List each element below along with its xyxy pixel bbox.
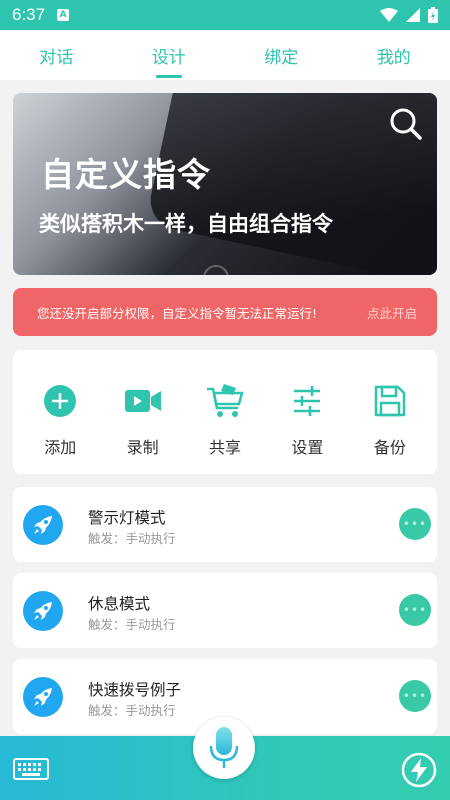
rocket-icon: [23, 591, 63, 631]
bolt-icon[interactable]: [401, 752, 437, 788]
status-icons: [380, 7, 438, 23]
tab-mine[interactable]: 我的: [338, 30, 450, 80]
list-item[interactable]: 警示灯模式 触发：手动执行 •••: [13, 487, 437, 562]
microphone-button[interactable]: [193, 717, 255, 779]
permission-alert: 您还没开启部分权限，自定义指令暂无法正常运行! 点此开启: [13, 288, 437, 336]
command-trigger: 触发：手动执行: [88, 617, 176, 632]
alert-message: 您还没开启部分权限，自定义指令暂无法正常运行!: [37, 305, 318, 321]
share-button[interactable]: 共享: [184, 350, 266, 474]
phone-home-button-image: [203, 265, 229, 275]
battery-icon: [428, 7, 438, 23]
settings-button[interactable]: 设置: [266, 350, 348, 474]
cart-icon: [206, 382, 244, 420]
plus-circle-icon: [41, 382, 79, 420]
more-button[interactable]: •••: [399, 508, 431, 540]
command-name: 休息模式: [88, 595, 151, 613]
status-bar: 6:37 A: [0, 0, 450, 30]
status-time: 6:37: [12, 5, 46, 24]
search-icon[interactable]: [389, 107, 423, 141]
list-item[interactable]: 休息模式 触发：手动执行 •••: [13, 573, 437, 648]
tab-dialog[interactable]: 对话: [0, 30, 113, 80]
tab-bind[interactable]: 绑定: [225, 30, 338, 80]
banner[interactable]: 自定义指令 类似搭积木一样，自由组合指令: [13, 93, 437, 275]
enable-permission-link[interactable]: 点此开启: [367, 303, 417, 322]
sliders-icon: [288, 382, 326, 420]
settings-label: 设置: [291, 438, 324, 457]
tab-design[interactable]: 设计: [113, 30, 226, 80]
signal-icon: [406, 8, 420, 22]
add-button[interactable]: 添加: [19, 350, 101, 474]
save-icon: [371, 382, 409, 420]
backup-label: 备份: [373, 438, 406, 457]
banner-title: 自定义指令: [41, 155, 211, 194]
command-name: 快速拨号例子: [88, 681, 182, 699]
wifi-icon: [380, 8, 398, 22]
a-icon: A: [57, 9, 70, 21]
record-button[interactable]: 录制: [101, 350, 183, 474]
video-icon: [124, 382, 162, 420]
share-label: 共享: [209, 438, 242, 457]
microphone-icon: [209, 727, 239, 768]
banner-subtitle: 类似搭积木一样，自由组合指令: [39, 212, 333, 236]
more-button[interactable]: •••: [399, 594, 431, 626]
tool-panel: 添加 录制 共享 设置 备份: [13, 350, 437, 474]
rocket-icon: [23, 677, 63, 717]
top-tabs: 对话 设计 绑定 我的: [0, 30, 450, 80]
backup-button[interactable]: 备份: [349, 350, 431, 474]
add-label: 添加: [44, 438, 77, 457]
record-label: 录制: [126, 438, 159, 457]
command-trigger: 触发：手动执行: [88, 531, 176, 546]
command-trigger: 触发：手动执行: [88, 703, 176, 718]
more-button[interactable]: •••: [399, 680, 431, 712]
command-name: 警示灯模式: [88, 509, 166, 527]
rocket-icon: [23, 505, 63, 545]
keyboard-icon[interactable]: [13, 758, 49, 780]
